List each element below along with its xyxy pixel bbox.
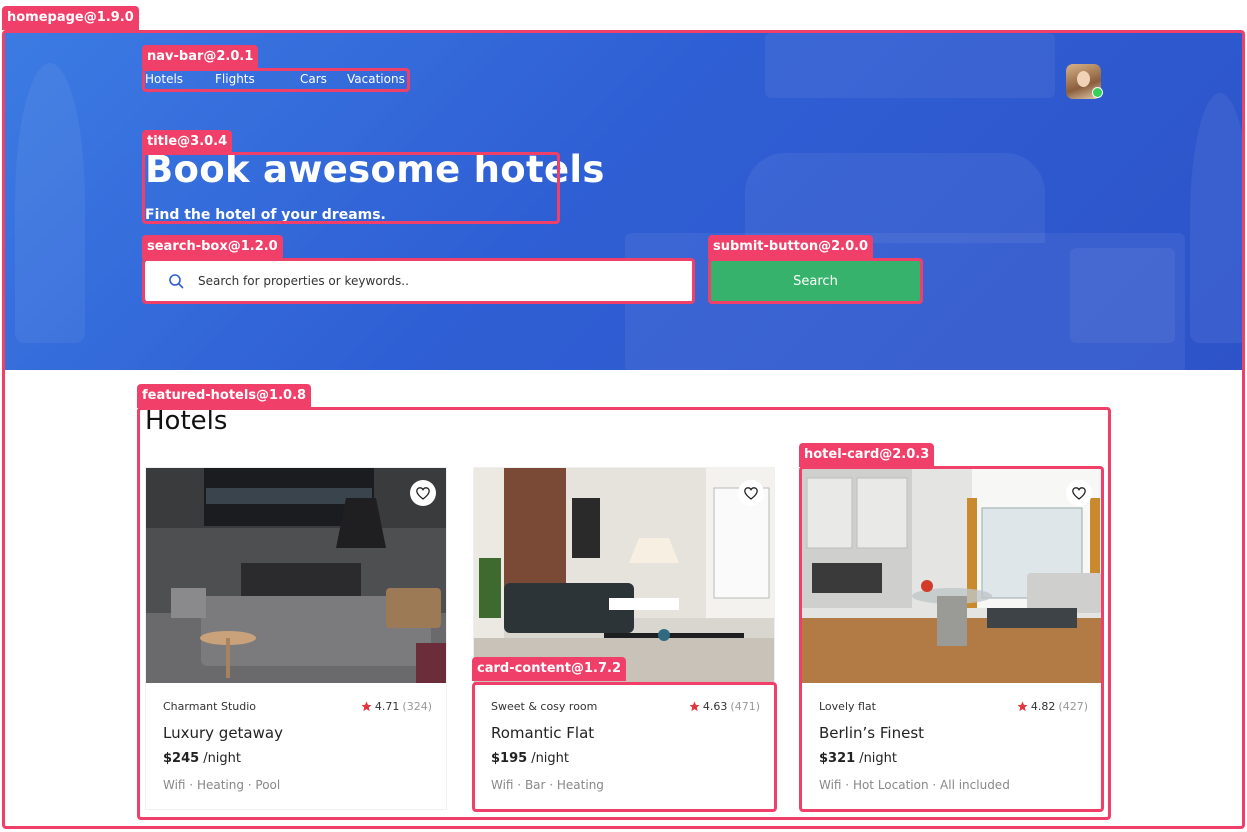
hotel-price: $321/night [819,751,1088,766]
hotel-name: Luxury getaway [163,724,283,742]
price-unit: /night [859,751,898,766]
card-content: Lovely flat 4.82 (427) Berlin’s Finest $3… [819,700,1088,792]
hotel-name: Romantic Flat [491,724,595,742]
search-submit-button[interactable]: Search [711,260,920,302]
review-count: (471) [730,700,760,713]
page-subtitle: Find the hotel of your dreams. [145,207,386,223]
annotation-tag-nav-bar: nav-bar@2.0.1 [142,45,259,69]
rating-value: 4.71 [374,700,400,713]
annotation-tag-submit-button: submit-button@2.0.0 [708,235,874,259]
search-icon [169,274,184,289]
annotation-tag-hotel-card: hotel-card@2.0.3 [799,443,935,467]
price-unit: /night [531,751,570,766]
page-title: Book awesome hotels [145,148,605,191]
annotation-tag-card-content: card-content@1.7.2 [472,657,626,681]
search-input[interactable] [196,273,670,289]
favorite-button[interactable] [410,480,436,506]
bed-headboard-shape [745,153,1045,243]
plant-right-shape [1190,93,1242,343]
hotel-amenities: Wifi · Hot Location · All included [819,778,1010,792]
heart-icon [744,486,758,500]
online-status-dot [1092,87,1103,98]
hotel-card[interactable]: Lovely flat 4.82 (427) Berlin’s Finest $3… [801,467,1103,810]
hotel-price: $245/night [163,751,432,766]
hotel-type: Lovely flat [819,700,876,713]
nightstand-shape [1070,248,1175,343]
annotation-tag-search-box: search-box@1.2.0 [142,235,283,259]
rating: 4.63 (471) [689,700,760,713]
rating: 4.82 (427) [1017,700,1088,713]
featured-hotels-title: Hotels [145,406,228,436]
card-content: Charmant Studio 4.71 (324) Luxury getaway… [163,700,432,792]
favorite-button[interactable] [738,480,764,506]
hotel-amenities: Wifi · Heating · Pool [163,778,281,792]
heart-icon [1072,486,1086,500]
review-count: (324) [402,700,432,713]
nav-bar: Hotels Flights Cars Vacations [145,72,405,86]
avatar-face [1077,71,1090,87]
star-icon [1017,701,1028,712]
plant-left-shape [15,63,85,343]
hotel-name: Berlin’s Finest [819,724,925,742]
living-room-dark-image [146,468,446,683]
annotation-tag-title: title@3.0.4 [142,130,233,154]
annotation-tag-featured-hotels: featured-hotels@1.0.8 [137,384,312,408]
star-icon [689,701,700,712]
nav-item-cars[interactable]: Cars [300,72,347,86]
price-amount: $321 [819,751,856,766]
rating-value: 4.82 [1030,700,1056,713]
hotel-card[interactable]: Charmant Studio 4.71 (324) Luxury getaway… [145,467,447,810]
favorite-button[interactable] [1066,480,1092,506]
hotel-photo [802,468,1102,683]
card-content: Sweet & cosy room 4.63 (471) Romantic Fla… [491,700,760,792]
price-amount: $245 [163,751,200,766]
review-count: (427) [1058,700,1088,713]
hotel-photo [474,468,774,683]
nav-item-vacations[interactable]: Vacations [347,72,405,86]
rating: 4.71 (324) [361,700,432,713]
nav-item-flights[interactable]: Flights [215,72,300,86]
hotel-type: Sweet & cosy room [491,700,598,713]
price-unit: /night [203,751,242,766]
heart-icon [416,486,430,500]
window-shape [765,33,1055,98]
bright-flat-image [802,468,1102,683]
avatar[interactable] [1066,64,1103,99]
hotel-price: $195/night [491,751,760,766]
hotel-type: Charmant Studio [163,700,256,713]
price-amount: $195 [491,751,528,766]
hotel-amenities: Wifi · Bar · Heating [491,778,604,792]
search-box [145,260,693,302]
loft-living-room-image [474,468,774,683]
star-icon [361,701,372,712]
rating-value: 4.63 [702,700,728,713]
nav-item-hotels[interactable]: Hotels [145,72,215,86]
hotel-photo [146,468,446,683]
annotation-tag-homepage: homepage@1.9.0 [2,6,139,30]
hotel-card[interactable]: Sweet & cosy room 4.63 (471) Romantic Fla… [473,467,775,810]
